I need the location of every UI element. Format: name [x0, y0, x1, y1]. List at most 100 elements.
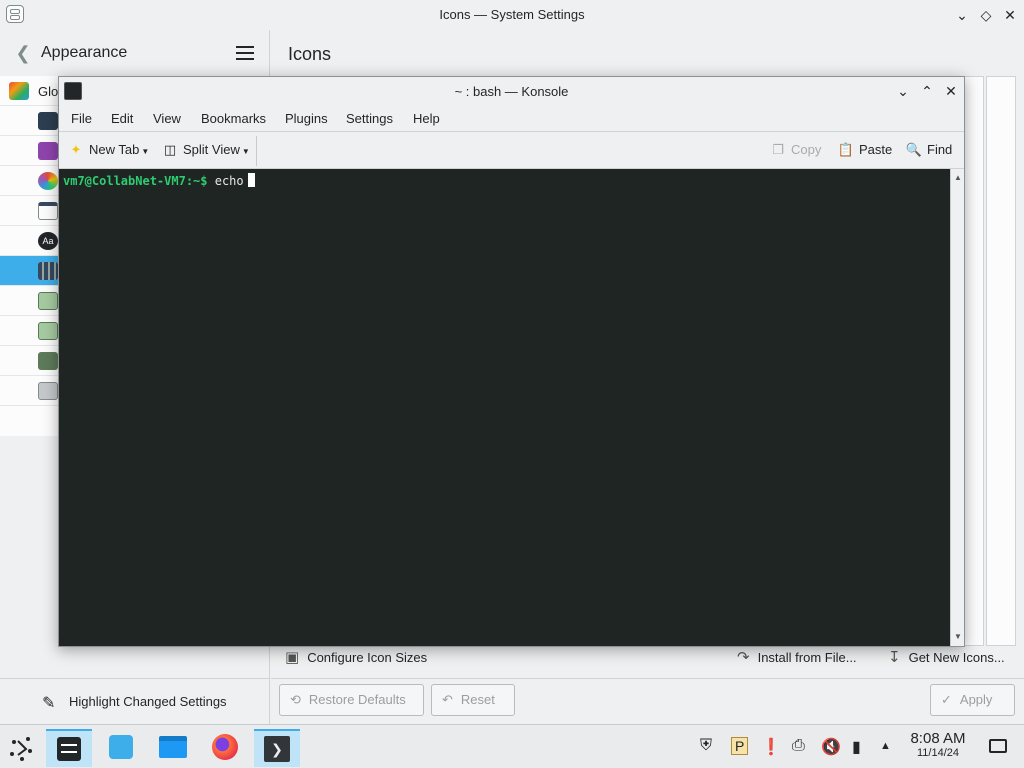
konsole-menubar: File Edit View Bookmarks Plugins Setting…: [59, 105, 964, 131]
page-title: Icons: [288, 44, 332, 64]
reset-button[interactable]: ↶ Reset: [431, 684, 515, 716]
sidebar-title: Appearance: [41, 44, 128, 61]
application-launcher-button[interactable]: [0, 729, 46, 767]
konsole-minimize-icon[interactable]: ⌄: [893, 81, 913, 101]
install-icon: ↷: [737, 649, 750, 666]
download-icon: ↧: [888, 649, 901, 666]
splash-screen-icon: [38, 322, 58, 340]
settings-window-title: Icons — System Settings: [439, 7, 585, 22]
kde-launcher-icon: [10, 737, 32, 761]
cursors-icon: [38, 292, 58, 310]
window-decorations-icon: [38, 202, 58, 220]
configure-icon-sizes-button[interactable]: ▣ Configure Icon Sizes: [285, 648, 427, 666]
taskbar-firefox[interactable]: [202, 729, 248, 767]
terminal-command: echo: [207, 174, 244, 188]
volume-muted-icon[interactable]: 🔇: [821, 737, 841, 757]
menu-view[interactable]: View: [153, 111, 181, 126]
colors-icon: [38, 172, 58, 190]
terminal-prompt: vm7@CollabNet-VM7:~$: [63, 174, 208, 188]
configure-icon-sizes-label: Configure Icon Sizes: [307, 650, 428, 665]
pencil-icon: ✎: [42, 695, 56, 712]
apply-button[interactable]: ✓ Apply: [930, 684, 1015, 716]
clock-time: 8:08 AM: [910, 730, 966, 747]
copy-button[interactable]: ❐ Copy: [769, 142, 821, 158]
paste-label: Paste: [859, 142, 893, 157]
dropdown-arrow-icon: ▼: [141, 147, 150, 156]
install-from-file-button[interactable]: ↷ Install from File...: [737, 648, 857, 666]
shield-icon[interactable]: ⛨: [700, 737, 712, 755]
minimize-icon[interactable]: ⌄: [952, 5, 972, 25]
fonts-icon: Aa: [38, 232, 58, 250]
toolbar-separator: [256, 136, 257, 166]
sidebar-header: ❮ Appearance: [0, 30, 270, 76]
terminal-line: vm7@CollabNet-VM7:~$ echo: [63, 173, 255, 188]
paste-button[interactable]: 📋 Paste: [837, 142, 892, 158]
dropdown-arrow-icon: ▼: [241, 147, 250, 156]
restore-icon: ⟲: [290, 692, 301, 707]
icons-icon: [38, 262, 58, 280]
clock-date: 11/14/24: [916, 747, 959, 759]
copy-icon: ❐: [772, 142, 784, 157]
settings-action-bar: ⟲ Restore Defaults ↶ Reset ✓ Apply: [271, 678, 1024, 724]
hamburger-menu-icon[interactable]: [232, 42, 258, 64]
konsole-close-icon[interactable]: ✕: [941, 81, 961, 101]
new-tab-icon: ✦: [70, 142, 82, 157]
copy-label: Copy: [791, 142, 822, 157]
menu-file[interactable]: File: [71, 111, 92, 126]
settings-titlebar[interactable]: Icons — System Settings ⌄ ◇ ✕: [0, 0, 1024, 30]
paste-icon: 📋: [837, 142, 855, 157]
menu-edit[interactable]: Edit: [111, 111, 133, 126]
highlight-changed-settings-button[interactable]: Highlight Changed Settings: [69, 694, 227, 709]
konsole-titlebar[interactable]: ~ : bash — Konsole ⌄ ⌃ ✕: [59, 77, 964, 105]
icon-themes-scrollbar[interactable]: [986, 76, 1016, 646]
printer-icon[interactable]: ⎙: [792, 737, 805, 755]
firefox-icon: [212, 734, 238, 760]
scroll-down-icon[interactable]: ▼: [951, 630, 965, 644]
scroll-up-icon[interactable]: ▲: [951, 171, 965, 185]
taskbar-system-settings[interactable]: [46, 729, 92, 767]
login-screen-icon: [38, 352, 58, 370]
new-tab-label: New Tab: [89, 142, 140, 157]
terminal-area[interactable]: vm7@CollabNet-VM7:~$ echo: [59, 169, 950, 646]
close-icon[interactable]: ✕: [1000, 5, 1020, 25]
restore-defaults-label: Restore Defaults: [308, 692, 406, 707]
text-cursor: [247, 173, 255, 187]
menu-plugins[interactable]: Plugins: [285, 111, 328, 126]
install-from-file-label: Install from File...: [757, 650, 857, 665]
show-hidden-icons-icon[interactable]: ▲: [880, 740, 891, 752]
reset-label: Reset: [460, 692, 495, 707]
konsole-toolbar: ✦ New Tab ▼ ◫ Split View ▼ ❐ Copy 📋 Paste 🔍 Fin…: [59, 131, 964, 169]
system-settings-taskbar-icon: [57, 737, 81, 761]
digital-clock[interactable]: 8:08 AM 11/14/24: [902, 730, 974, 759]
back-icon[interactable]: ❮: [10, 40, 36, 66]
checkmark-icon: ✓: [941, 692, 952, 707]
find-button[interactable]: 🔍 Find: [905, 142, 952, 158]
plasma-style-icon: [38, 112, 58, 130]
taskbar-file-manager[interactable]: [150, 729, 196, 767]
konsole-window-title: ~ : bash — Konsole: [454, 84, 569, 99]
split-view-label: Split View: [183, 142, 240, 157]
menu-bookmarks[interactable]: Bookmarks: [201, 111, 266, 126]
taskbar-discover[interactable]: [98, 729, 144, 767]
application-style-icon: [38, 142, 58, 160]
menu-settings[interactable]: Settings: [346, 111, 393, 126]
battery-icon[interactable]: ▮: [852, 737, 861, 757]
get-new-icons-label: Get New Icons...: [908, 650, 1005, 665]
new-tab-button[interactable]: ✦ New Tab ▼: [67, 142, 150, 158]
taskbar: ❯ ⛨ P ❗ ⎙ 🔇 ▮ ▲ 8:08 AM 11/14/24: [0, 724, 1024, 768]
konsole-maximize-icon[interactable]: ⌃: [917, 81, 937, 101]
menu-help[interactable]: Help: [413, 111, 440, 126]
terminal-scrollbar[interactable]: ▲ ▼: [950, 169, 964, 646]
apply-label: Apply: [959, 692, 993, 707]
restore-defaults-button[interactable]: ⟲ Restore Defaults: [279, 684, 424, 716]
get-new-icons-button[interactable]: ↧ Get New Icons...: [888, 648, 1005, 666]
find-label: Find: [927, 142, 953, 157]
split-view-button[interactable]: ◫ Split View ▼: [161, 142, 250, 158]
maximize-icon[interactable]: ◇: [976, 5, 996, 25]
clipboard-icon[interactable]: P: [731, 737, 749, 755]
discover-icon: [109, 735, 133, 759]
show-desktop-icon[interactable]: [989, 739, 1007, 753]
notifications-icon[interactable]: ❗: [761, 737, 781, 757]
sidebar-footer: ✎ Highlight Changed Settings: [0, 678, 270, 724]
taskbar-konsole[interactable]: ❯: [254, 729, 300, 767]
